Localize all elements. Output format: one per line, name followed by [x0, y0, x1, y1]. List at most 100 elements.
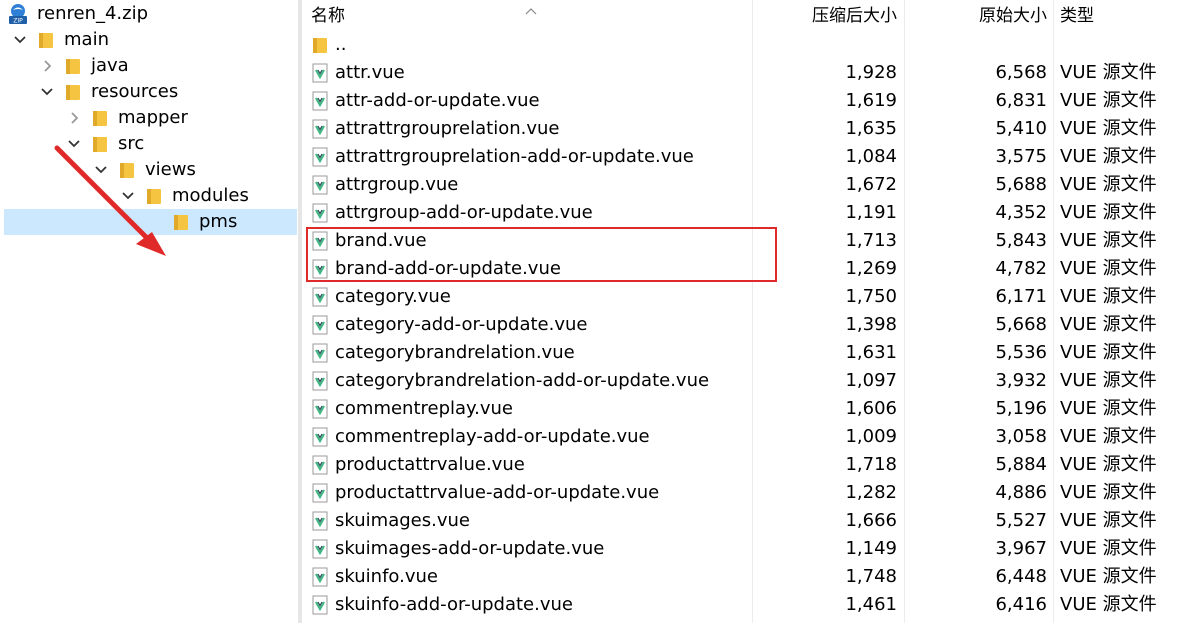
tree-root-zip[interactable]: ZIP renren_4.zip [4, 1, 297, 27]
file-type: VUE 源文件 [1060, 594, 1157, 615]
file-name: skuinfo-add-or-update.vue [335, 594, 573, 615]
table-row[interactable]: skuinfo.vue 1,748 6,448 VUE 源文件 [302, 563, 1185, 591]
chevron-down-icon[interactable] [67, 131, 81, 157]
compressed-size: 1,631 [845, 342, 897, 363]
tree-item-mapper[interactable]: mapper [4, 105, 297, 131]
tree-item-resources[interactable]: resources [4, 79, 297, 105]
compressed-size: 1,398 [845, 314, 897, 335]
compressed-size: 1,718 [845, 454, 897, 475]
column-header-type[interactable]: 类型 [1060, 4, 1094, 28]
file-name: skuimages.vue [335, 510, 470, 531]
file-name: commentreplay-add-or-update.vue [335, 426, 650, 447]
table-row[interactable]: attrgroup.vue 1,672 5,688 VUE 源文件 [302, 171, 1185, 199]
chevron-down-icon[interactable] [13, 27, 27, 53]
table-row[interactable]: skuimages.vue 1,666 5,527 VUE 源文件 [302, 507, 1185, 535]
compressed-size: 1,269 [845, 258, 897, 279]
compressed-size: 1,606 [845, 398, 897, 419]
compressed-size: 1,619 [845, 90, 897, 111]
table-row[interactable]: commentreplay-add-or-update.vue 1,009 3,05… [302, 423, 1185, 451]
folder-icon [38, 31, 54, 49]
file-type: VUE 源文件 [1060, 538, 1157, 559]
table-row[interactable]: attrattrgrouprelation-add-or-update.vue 1… [302, 143, 1185, 171]
file-name: skuinfo.vue [335, 566, 438, 587]
file-type: VUE 源文件 [1060, 370, 1157, 391]
file-name: productattrvalue.vue [335, 454, 525, 475]
table-row[interactable]: commentreplay.vue 1,606 5,196 VUE 源文件 [302, 395, 1185, 423]
original-size: 6,171 [995, 286, 1047, 307]
original-size: 5,410 [995, 118, 1047, 139]
file-type: VUE 源文件 [1060, 202, 1157, 223]
file-type: VUE 源文件 [1060, 398, 1157, 419]
tree-item-main[interactable]: main [4, 27, 297, 53]
chevron-right-icon[interactable] [67, 105, 81, 131]
compressed-size: 1,713 [845, 230, 897, 251]
file-name: attrattrgrouprelation.vue [335, 118, 560, 139]
compressed-size: 1,635 [845, 118, 897, 139]
file-name: brand.vue [335, 230, 427, 251]
table-row[interactable]: attrgroup-add-or-update.vue 1,191 4,352 VUE… [302, 199, 1185, 227]
file-name: skuimages-add-or-update.vue [335, 538, 605, 559]
file-type: VUE 源文件 [1060, 454, 1157, 475]
compressed-size: 1,928 [845, 62, 897, 83]
folder-icon [173, 213, 189, 231]
original-size: 6,568 [995, 62, 1047, 83]
table-row[interactable]: attr.vue 1,928 6,568 VUE 源文件 [302, 59, 1185, 87]
file-name: attr-add-or-update.vue [335, 90, 540, 111]
chevron-down-icon[interactable] [40, 79, 54, 105]
compressed-size: 1,097 [845, 370, 897, 391]
tree-item-label: src [118, 133, 145, 154]
file-name: attrgroup-add-or-update.vue [335, 202, 593, 223]
sort-ascending-icon [525, 0, 537, 20]
table-row[interactable]: brand-add-or-update.vue 1,269 4,782 VUE 源文件 [302, 255, 1185, 283]
original-size: 5,843 [995, 230, 1047, 251]
file-name: brand-add-or-update.vue [335, 258, 561, 279]
compressed-size: 1,084 [845, 146, 897, 167]
table-row[interactable]: attr-add-or-update.vue 1,619 6,831 VUE 源文件 [302, 87, 1185, 115]
compressed-size: 1,750 [845, 286, 897, 307]
tree-item-java[interactable]: java [4, 53, 297, 79]
table-row[interactable]: skuinfo-add-or-update.vue 1,461 6,416 VUE 源… [302, 591, 1185, 619]
table-row[interactable]: categorybrandrelation-add-or-update.vue 1… [302, 367, 1185, 395]
compressed-size: 1,748 [845, 566, 897, 587]
file-type: VUE 源文件 [1060, 342, 1157, 363]
column-header-name[interactable]: 名称 [311, 4, 345, 28]
table-row[interactable]: categorybrandrelation.vue 1,631 5,536 VUE 源… [302, 339, 1185, 367]
file-name: productattrvalue-add-or-update.vue [335, 482, 660, 503]
file-type: VUE 源文件 [1060, 174, 1157, 195]
original-size: 5,688 [995, 174, 1047, 195]
table-row[interactable]: productattrvalue.vue 1,718 5,884 VUE 源文件 [302, 451, 1185, 479]
tree-item-views[interactable]: views [4, 157, 297, 183]
folder-icon [65, 83, 81, 101]
tree-item-src[interactable]: src [4, 131, 297, 157]
table-row[interactable]: skuimages-add-or-update.vue 1,149 3,967 VUE… [302, 535, 1185, 563]
file-name: categorybrandrelation-add-or-update.vue [335, 370, 710, 391]
file-type: VUE 源文件 [1060, 146, 1157, 167]
chevron-right-icon[interactable] [40, 53, 54, 79]
tree-item-modules[interactable]: modules [4, 183, 297, 209]
chevron-down-icon[interactable] [94, 157, 108, 183]
column-header-compressed[interactable]: 压缩后大小 [757, 4, 897, 28]
zip-icon: ZIP [7, 3, 29, 25]
table-row[interactable]: attrattrgrouprelation.vue 1,635 5,410 VUE 源… [302, 115, 1185, 143]
list-item-parent-dir[interactable]: .. [302, 31, 1185, 59]
compressed-size: 1,672 [845, 174, 897, 195]
chevron-down-icon[interactable] [121, 183, 135, 209]
compressed-size: 1,282 [845, 482, 897, 503]
compressed-size: 1,666 [845, 510, 897, 531]
original-size: 5,884 [995, 454, 1047, 475]
file-name: categorybrandrelation.vue [335, 342, 575, 363]
table-row[interactable]: category-add-or-update.vue 1,398 5,668 VUE … [302, 311, 1185, 339]
tree-item-label: mapper [118, 107, 188, 128]
table-row[interactable]: brand.vue 1,713 5,843 VUE 源文件 [302, 227, 1185, 255]
tree-item-label: resources [91, 81, 179, 102]
original-size: 4,352 [995, 202, 1047, 223]
original-size: 5,196 [995, 398, 1047, 419]
table-row[interactable]: category.vue 1,750 6,171 VUE 源文件 [302, 283, 1185, 311]
file-type: VUE 源文件 [1060, 314, 1157, 335]
tree-item-pms[interactable]: pms [4, 209, 297, 235]
original-size: 4,782 [995, 258, 1047, 279]
table-row[interactable]: productattrvalue-add-or-update.vue 1,282 4… [302, 479, 1185, 507]
tree-item-label: java [91, 55, 129, 76]
original-size: 6,416 [995, 594, 1047, 615]
column-header-original[interactable]: 原始大小 [907, 4, 1047, 28]
